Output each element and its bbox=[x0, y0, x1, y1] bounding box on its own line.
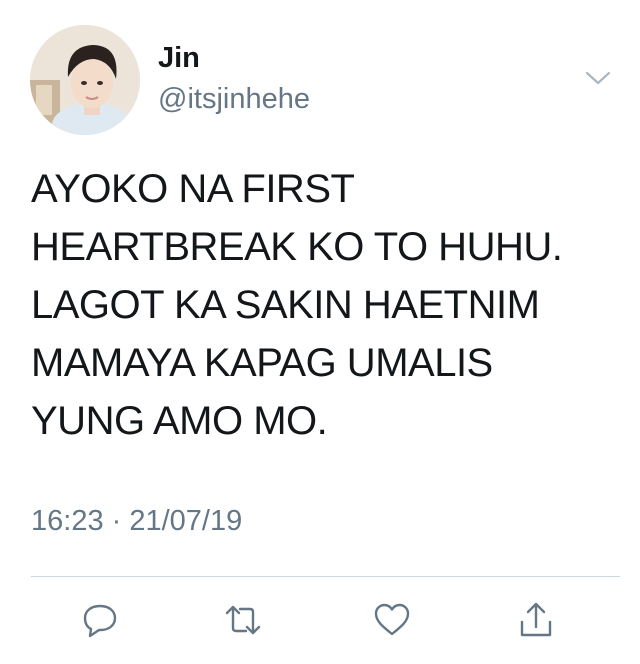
tweet-text: AYOKO NA FIRST HEARTBREAK KO TO HUHU. LA… bbox=[31, 160, 621, 450]
author-name[interactable]: Jin bbox=[158, 40, 200, 76]
tweet-text-line: AYOKO NA FIRST bbox=[31, 167, 355, 211]
divider bbox=[31, 576, 620, 577]
tweet-text-line: HEARTBREAK KO TO HUHU. bbox=[31, 225, 563, 269]
tweet-card: Jin @itsjinhehe AYOKO NA FIRST HEARTBREA… bbox=[0, 0, 640, 664]
share-icon[interactable] bbox=[516, 600, 556, 640]
action-bar bbox=[0, 600, 640, 640]
tweet-text-line: YUNG AMO MO. bbox=[31, 399, 328, 443]
tweet-text-line: MAMAYA KAPAG UMALIS bbox=[31, 341, 493, 385]
author-handle[interactable]: @itsjinhehe bbox=[158, 81, 310, 117]
retweet-icon[interactable] bbox=[223, 600, 263, 640]
avatar-photo bbox=[30, 25, 140, 135]
avatar[interactable] bbox=[30, 25, 140, 135]
heart-icon[interactable] bbox=[372, 600, 412, 640]
tweet-timestamp[interactable]: 16:23 · 21/07/19 bbox=[31, 503, 242, 539]
reply-icon[interactable] bbox=[80, 600, 120, 640]
chevron-down-icon[interactable] bbox=[583, 66, 613, 90]
tweet-text-line: LAGOT KA SAKIN HAETNIM bbox=[31, 283, 540, 327]
